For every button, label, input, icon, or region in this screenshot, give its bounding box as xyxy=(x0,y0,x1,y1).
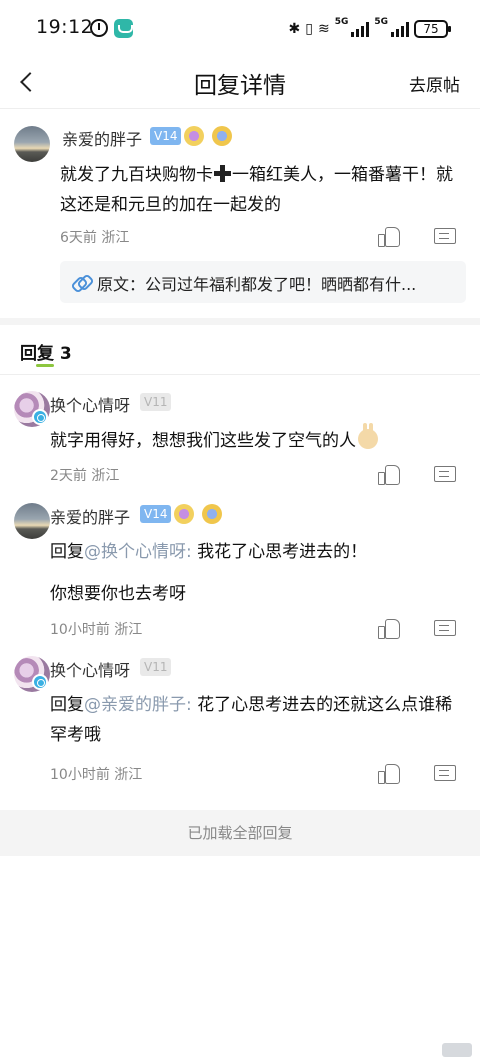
comment-meta: 6天前 浙江 xyxy=(60,227,129,247)
vibrate-icon: ▯ xyxy=(305,21,313,37)
reply-text: 就字用得好，想想我们这些发了空气的人 xyxy=(50,431,356,451)
thumbs-up-icon[interactable] xyxy=(378,464,400,485)
reply-time: 2天前 xyxy=(50,468,87,484)
plus-emoji-icon xyxy=(214,165,231,182)
medal-icon xyxy=(184,126,204,146)
header-divider xyxy=(0,108,480,109)
medal-icon xyxy=(202,504,222,524)
reply-meta: 10小时前 浙江 xyxy=(50,619,142,639)
section-divider xyxy=(0,374,480,375)
level-badge: V11 xyxy=(140,658,172,676)
reply-prefix: 回复 xyxy=(50,542,84,562)
verified-badge-icon xyxy=(32,674,48,690)
quote-text: 原文：公司过年福利都发了吧！晒晒都有什... xyxy=(97,275,417,294)
battery-icon: 75 xyxy=(414,20,451,38)
avatar[interactable] xyxy=(14,126,50,162)
watermark-logo xyxy=(442,1043,472,1057)
alarm-icon xyxy=(90,19,108,37)
replies-count: 3 xyxy=(59,344,72,364)
username[interactable]: 换个心情呀 xyxy=(50,392,130,416)
signal-icon-2 xyxy=(391,21,409,37)
wifi-icon: ≋ xyxy=(317,21,330,37)
username[interactable]: 换个心情呀 xyxy=(50,657,130,681)
medal-icon xyxy=(174,504,194,524)
status-bar: 19:12 ✱ ▯ ≋ 5G 5G 75 xyxy=(0,0,480,58)
username[interactable]: 亲爱的胖子 xyxy=(62,126,142,150)
signal-icon xyxy=(351,21,370,37)
mention-link[interactable]: @亲爱的胖子: xyxy=(84,695,192,715)
thumbs-up-icon[interactable] xyxy=(378,763,400,784)
comment-text-part1: 就发了九百块购物卡 xyxy=(60,165,213,185)
level-badge: V11 xyxy=(140,393,172,411)
network-type-1: 5G xyxy=(334,17,349,27)
load-status-bar: 已加载全部回复 xyxy=(0,810,480,856)
link-icon xyxy=(72,274,90,290)
level-badge: V14 xyxy=(150,127,182,145)
reply-text: 我花了心思考进去的！ xyxy=(191,542,368,562)
nav-header: 回复详情 去原帖 xyxy=(0,58,480,106)
rabbit-emoji-icon xyxy=(358,423,378,449)
reply-location: 浙江 xyxy=(91,468,120,484)
network-type-2: 5G xyxy=(374,17,388,27)
reply-location: 浙江 xyxy=(114,622,143,638)
level-badge: V14 xyxy=(140,505,172,523)
reply-time: 10小时前 xyxy=(50,767,110,783)
mention-link[interactable]: @换个心情呀: xyxy=(84,542,192,562)
comment-icon[interactable] xyxy=(434,227,456,247)
comment-time: 6天前 xyxy=(60,230,97,246)
comment-icon[interactable] xyxy=(434,764,456,784)
comment-icon[interactable] xyxy=(434,619,456,639)
username[interactable]: 亲爱的胖子 xyxy=(50,504,130,528)
reply-body: 回复@换个心情呀: 我花了心思考进去的！ xyxy=(50,537,460,567)
go-to-original-post-link[interactable]: 去原帖 xyxy=(409,71,460,96)
all-loaded-text: 已加载全部回复 xyxy=(187,824,293,842)
reply-body: 回复@亲爱的胖子: 花了心思考进去的还就这么点谁稀罕考哦 xyxy=(50,690,465,750)
avatar[interactable] xyxy=(14,503,50,539)
section-gap xyxy=(0,318,480,325)
reply-body: 就字用得好，想想我们这些发了空气的人 xyxy=(50,423,460,456)
tab-indicator xyxy=(36,364,54,367)
reply-text-line2: 你想要你也去考呀 xyxy=(50,584,186,604)
reply-meta: 10小时前 浙江 xyxy=(50,764,142,784)
status-time: 19:12 xyxy=(36,16,94,38)
reply-meta: 2天前 浙江 xyxy=(50,465,119,485)
status-icons: ✱ ▯ ≋ 5G 5G 75 xyxy=(288,17,451,41)
verified-badge-icon xyxy=(32,409,48,425)
reply-prefix: 回复 xyxy=(50,695,84,715)
replies-label: 回复 xyxy=(20,344,54,364)
replies-tab[interactable]: 回复 3 xyxy=(20,339,72,364)
app-notification-icon xyxy=(114,19,133,38)
comment-body: 就发了九百块购物卡 一箱红美人，一箱番薯干！就这还是和元旦的加在一起发的 xyxy=(60,160,460,220)
thumbs-up-icon[interactable] xyxy=(378,618,400,639)
page-title: 回复详情 xyxy=(194,73,286,99)
comment-icon[interactable] xyxy=(434,465,456,485)
medal-icon xyxy=(212,126,232,146)
original-post-quote[interactable]: 原文：公司过年福利都发了吧！晒晒都有什... xyxy=(60,261,466,303)
comment-location: 浙江 xyxy=(101,230,130,246)
reply-time: 10小时前 xyxy=(50,622,110,638)
reply-location: 浙江 xyxy=(114,767,143,783)
bluetooth-icon: ✱ xyxy=(288,21,301,37)
thumbs-up-icon[interactable] xyxy=(378,226,400,247)
